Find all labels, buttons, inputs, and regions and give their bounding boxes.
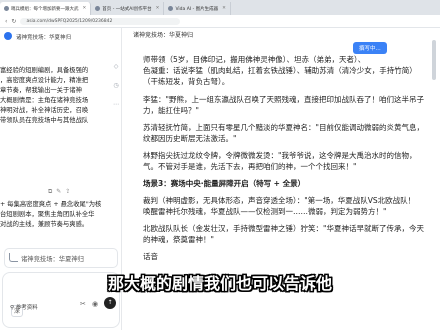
browser-tab[interactable]: 首页 - 一站式AI创作平台 ✕ <box>91 2 165 15</box>
document-line: 话音 <box>143 252 158 261</box>
address-bar: ‹ ↻ asia.com/dwSPFQ2025/1209/0236842 <box>0 15 440 28</box>
browser-tab-bar: 哨兵模组：每个增加新要一跟大武 ✕ 首页 - 一站式AI创作平台 ✕ Vida AI… <box>0 0 440 15</box>
app-logo-icon <box>4 32 12 40</box>
close-icon[interactable]: ✕ <box>156 6 160 11</box>
document-line: 林野指尖抚过龙纹令牌，令牌微微发烫："我爷爷说，这令牌是大禹治水时的信物， <box>143 151 417 160</box>
document-line: （干练短发，背负古弩）。 <box>143 77 230 86</box>
chat-message-line: 大概剧情是：主角在诸神竞技场 <box>0 97 89 104</box>
document-line: 的神魂，祭奠雷神！" <box>143 235 214 244</box>
document-line: 苏清轻抚竹简，上面只有零星几个黯淡的华夏神名："目前仅能调动微弱的炎黄气息， <box>143 123 424 132</box>
chat-message-line: 对战的主线，兼顾节奏与爽感。 <box>0 221 89 228</box>
document-header: 诸神竞技场：华夏神归 <box>133 32 194 39</box>
side-toolbar: ◇ ◷ ⋯ <box>110 63 121 108</box>
chat-message-line: 神明对战，补全神话历史，召唤 <box>0 107 89 114</box>
browser-tab[interactable]: Vida AI - 图片生成器 ✕ <box>164 2 231 15</box>
message-toolbar: ⧉ ✎ ⇪ <box>48 188 70 196</box>
scissors-icon[interactable]: ✂ <box>80 300 86 308</box>
document-line: 纹都因历史断层无法激活。" <box>143 134 237 143</box>
copy-icon[interactable]: ⧉ <box>48 188 52 196</box>
more-icon[interactable]: ⋯ <box>113 101 119 108</box>
document-reference-card[interactable]: 诸神竞技场：华夏神归 <box>4 248 118 268</box>
reference-docs-button[interactable]: ⚲ 参考资料 <box>10 303 38 311</box>
reload-icon[interactable]: ↻ <box>11 18 16 25</box>
scrollbar[interactable] <box>432 40 436 80</box>
document-line: 李猛："野熊，上一组东瀛战队召唤了天照残魂，直接把印加战队吞了！咱们这半吊子 <box>143 95 424 104</box>
close-icon[interactable]: ✕ <box>222 6 226 11</box>
video-subtitle: 那大概的剧情我们也可以告诉他 <box>107 274 332 293</box>
chat-message-line: 带领队员在竞技场中与其他战队 <box>0 117 89 124</box>
close-icon[interactable]: ✕ <box>83 6 87 11</box>
chat-message-line: 富经验的短剧编剧，具备极强的 <box>0 67 89 74</box>
chat-message-line: 章节奏，帮我输出一关于诸神 <box>0 87 82 94</box>
document-line: 师带领（5岁，目佛印记，搬用佛神灵神像）、坦赤（弟弟，天者）、 <box>143 55 366 64</box>
tab-favicon-icon <box>95 6 101 11</box>
send-button[interactable]: ↑ <box>104 297 116 309</box>
chat-message-line: ，高密度爽点设计能力，精准把 <box>0 77 89 84</box>
chat-message-line: 台短剧剧本，聚焦主角团队补全华 <box>0 211 95 218</box>
chat-message-line: + 每集高密度爽点 + 悬念收尾"为核 <box>0 201 102 208</box>
scene-heading: 场景3：赛场中央·能量屏障开启（特写 + 全景） <box>143 179 306 188</box>
share-icon[interactable]: ⇪ <box>65 188 70 196</box>
tab-favicon-icon <box>4 6 9 11</box>
back-icon[interactable]: ‹ <box>5 18 7 25</box>
browser-tab[interactable]: 哨兵模组：每个增加新要一跟大武 ✕ <box>0 2 92 15</box>
edit-icon[interactable]: ✎ <box>56 188 61 196</box>
history-icon[interactable]: ◷ <box>113 82 118 89</box>
document-line: 气。不管对手是谁，先活下去，再把咱们的神，一个个找回来！" <box>143 162 357 171</box>
reply-arrow-icon <box>9 253 18 262</box>
url-input[interactable]: asia.com/dwSPFQ2025/1209/0236842 <box>20 17 181 25</box>
document-line: 裁判（神明虚影，无具体形态，声音穿透全场）："第一场，华夏战队VS北欧战队！ <box>143 196 416 205</box>
bookmark-icon[interactable]: ◇ <box>114 63 119 70</box>
writing-status-button[interactable]: 撰写中... <box>353 42 387 54</box>
chat-title: 诸神竞技场：华夏神归 <box>16 35 72 41</box>
document-line: 色凝重：话说李猛（肌肉虬结，扛着玄铁战锤）、辅助苏清（清冷少女，手持竹简） <box>143 66 417 75</box>
document-line: 唤醒雷神托尔残魂，华夏战队——仅检测到一……微弱，判定为弱势方！" <box>143 207 387 216</box>
microphone-icon[interactable]: ◉ <box>92 300 98 308</box>
document-line: 力，能扛住吗？" <box>143 106 199 115</box>
tab-favicon-icon <box>168 6 174 11</box>
document-line: 北欧战队队长（金发壮汉，手持微型雷神之锤）狞笑："华夏神话早就断了传承，今天 <box>143 224 424 233</box>
